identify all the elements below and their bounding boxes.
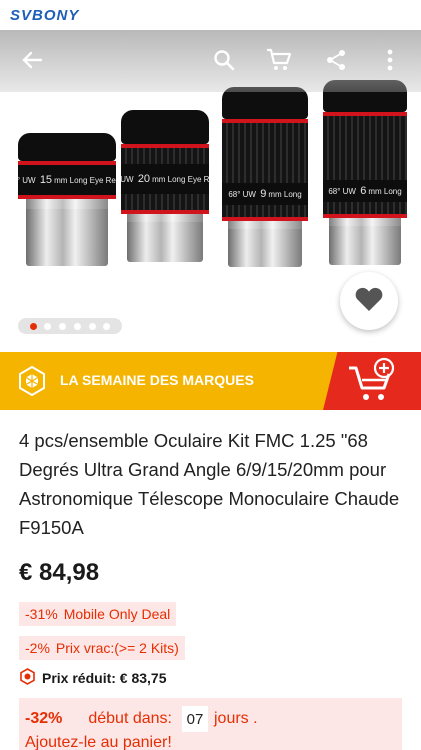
eyepiece-label-prefix: 68° UW (18, 175, 36, 185)
add-cart-icon[interactable] (346, 356, 398, 409)
eyepiece-focal-length: 15 (39, 174, 53, 186)
carousel-dot[interactable] (44, 322, 52, 330)
eyepiece-focal-length: 20 (137, 173, 151, 185)
clock: 07:56 (373, 6, 411, 24)
brand-week-banner[interactable]: LA SEMAINE DES MARQUES (0, 352, 421, 410)
upcoming-deal-box[interactable]: -32% début dans: 07 jours . Ajoutez-le a… (19, 698, 402, 750)
deal-countdown: -32% début dans: 07 jours . (25, 706, 258, 732)
carousel-dot[interactable] (103, 322, 111, 330)
heart-icon (355, 286, 383, 317)
eyepiece-focal-length: 6 (360, 185, 367, 197)
brand-week-logo-icon (18, 365, 46, 401)
mobile-deal-percent: -31% (25, 606, 58, 622)
bulk-price-badge: -2% Prix vrac:(>= 2 Kits) (19, 636, 185, 660)
eyepiece-label-prefix: 68° UW (328, 186, 356, 196)
more-vertical-icon[interactable] (374, 44, 406, 76)
brand-watermark: SVBONY (10, 6, 80, 24)
mobile-deal-badge: -31% Mobile Only Deal (19, 602, 177, 626)
network-type: 4G (282, 10, 295, 20)
reduced-price: Prix réduit: € 83,75 (42, 670, 167, 686)
deal-days-label: jours . (213, 710, 258, 727)
deal-days-count: 07 (181, 706, 208, 732)
eyepiece-label-suffix: mm Long (368, 186, 402, 196)
carousel-dot[interactable] (88, 322, 96, 330)
product-price: € 84,98 (19, 559, 100, 586)
banner-title: LA SEMAINE DES MARQUES (60, 372, 254, 388)
status-indicators: 4G 93% 07:56 (260, 5, 411, 25)
deal-percent: -32% (25, 710, 63, 727)
product-screen: 68° UW 15mm Long Eye Relief 68° UW 20mm … (0, 0, 421, 750)
eyepiece-label-suffix: mm Long Eye Relief (152, 174, 209, 184)
status-bar: SVBONY 4G 93% 07:56 (0, 0, 421, 30)
battery-level: 93% (322, 6, 353, 24)
alarm-icon (260, 5, 276, 25)
wishlist-button[interactable] (340, 272, 398, 330)
eyepiece-label-prefix: 68° UW (228, 189, 256, 199)
cart-icon[interactable] (263, 44, 295, 76)
product-gallery[interactable]: 68° UW 15mm Long Eye Relief 68° UW 20mm … (0, 0, 421, 352)
back-arrow-icon[interactable] (16, 44, 48, 76)
coupon-icon (19, 668, 36, 688)
carousel-dot[interactable] (59, 322, 67, 330)
carousel-indicator[interactable] (18, 318, 122, 334)
carousel-dot[interactable] (29, 322, 37, 330)
search-icon[interactable] (208, 44, 240, 76)
eyepiece-focal-length: 9 (260, 188, 267, 200)
eyepiece-label-suffix: mm Long (268, 189, 302, 199)
product-image-eyepiece-9mm: 68° UW 9 mm Long (222, 87, 308, 267)
eyepiece-label-prefix: 68° UW (121, 174, 134, 184)
eyepiece-label-suffix: mm Long Eye Relief (54, 175, 116, 185)
product-image-eyepiece-20mm: 68° UW 20mm Long Eye Relief (121, 110, 209, 262)
deal-cta: Ajoutez-le au panier! (25, 734, 172, 750)
mobile-deal-label: Mobile Only Deal (63, 606, 171, 622)
product-title: 4 pcs/ensemble Oculaire Kit FMC 1.25 "68… (19, 430, 400, 538)
battery-icon (358, 5, 368, 25)
product-image-eyepiece-6mm: 68° UW 6 mm Long (323, 80, 407, 265)
bulk-price-percent: -2% (25, 640, 50, 656)
share-icon[interactable] (320, 44, 352, 76)
deal-starts-label: début dans: (88, 710, 172, 727)
reduced-price-row: Prix réduit: € 83,75 (19, 668, 167, 688)
bulk-price-label: Prix vrac:(>= 2 Kits) (55, 640, 179, 656)
product-image-eyepiece-15mm: 68° UW 15mm Long Eye Relief (18, 133, 116, 266)
top-toolbar (0, 30, 421, 92)
carousel-dot[interactable] (73, 322, 81, 330)
signal-icon (300, 6, 316, 24)
